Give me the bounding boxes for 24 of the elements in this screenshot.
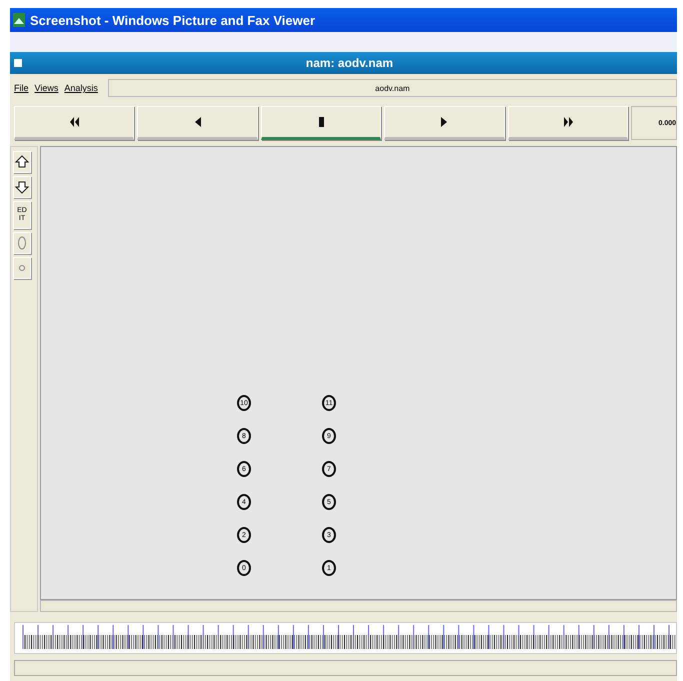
circle-tool-button[interactable] bbox=[13, 232, 31, 254]
file-name-field: aodv.nam bbox=[108, 79, 677, 97]
rewind-icon bbox=[68, 116, 80, 128]
zoom-in-button[interactable] bbox=[13, 151, 31, 173]
play-button[interactable] bbox=[384, 106, 505, 140]
menu-item[interactable]: File bbox=[14, 83, 29, 93]
back-button[interactable] bbox=[137, 106, 258, 140]
forward-button[interactable] bbox=[508, 106, 628, 140]
horizontal-scrollbar[interactable] bbox=[40, 600, 677, 612]
picture-viewer-icon bbox=[12, 12, 26, 28]
up-arrow-icon bbox=[15, 155, 29, 169]
down-arrow-icon bbox=[15, 180, 29, 194]
menu-item[interactable]: Views bbox=[34, 83, 58, 93]
zoom-out-button[interactable] bbox=[13, 176, 31, 198]
stop-button[interactable] bbox=[260, 106, 382, 140]
small-circle-icon bbox=[19, 265, 25, 271]
rewind-button[interactable] bbox=[14, 106, 134, 140]
app-title: nam: aodv.nam bbox=[304, 56, 394, 70]
menu-item[interactable]: Analysis bbox=[64, 83, 98, 93]
node-tool-button[interactable] bbox=[13, 257, 31, 279]
oval-icon bbox=[18, 236, 26, 250]
window-title: Screenshot - Windows Picture and Fax Viewer bbox=[30, 12, 315, 28]
forward-icon bbox=[562, 116, 574, 128]
window-menu-icon[interactable] bbox=[14, 59, 22, 67]
